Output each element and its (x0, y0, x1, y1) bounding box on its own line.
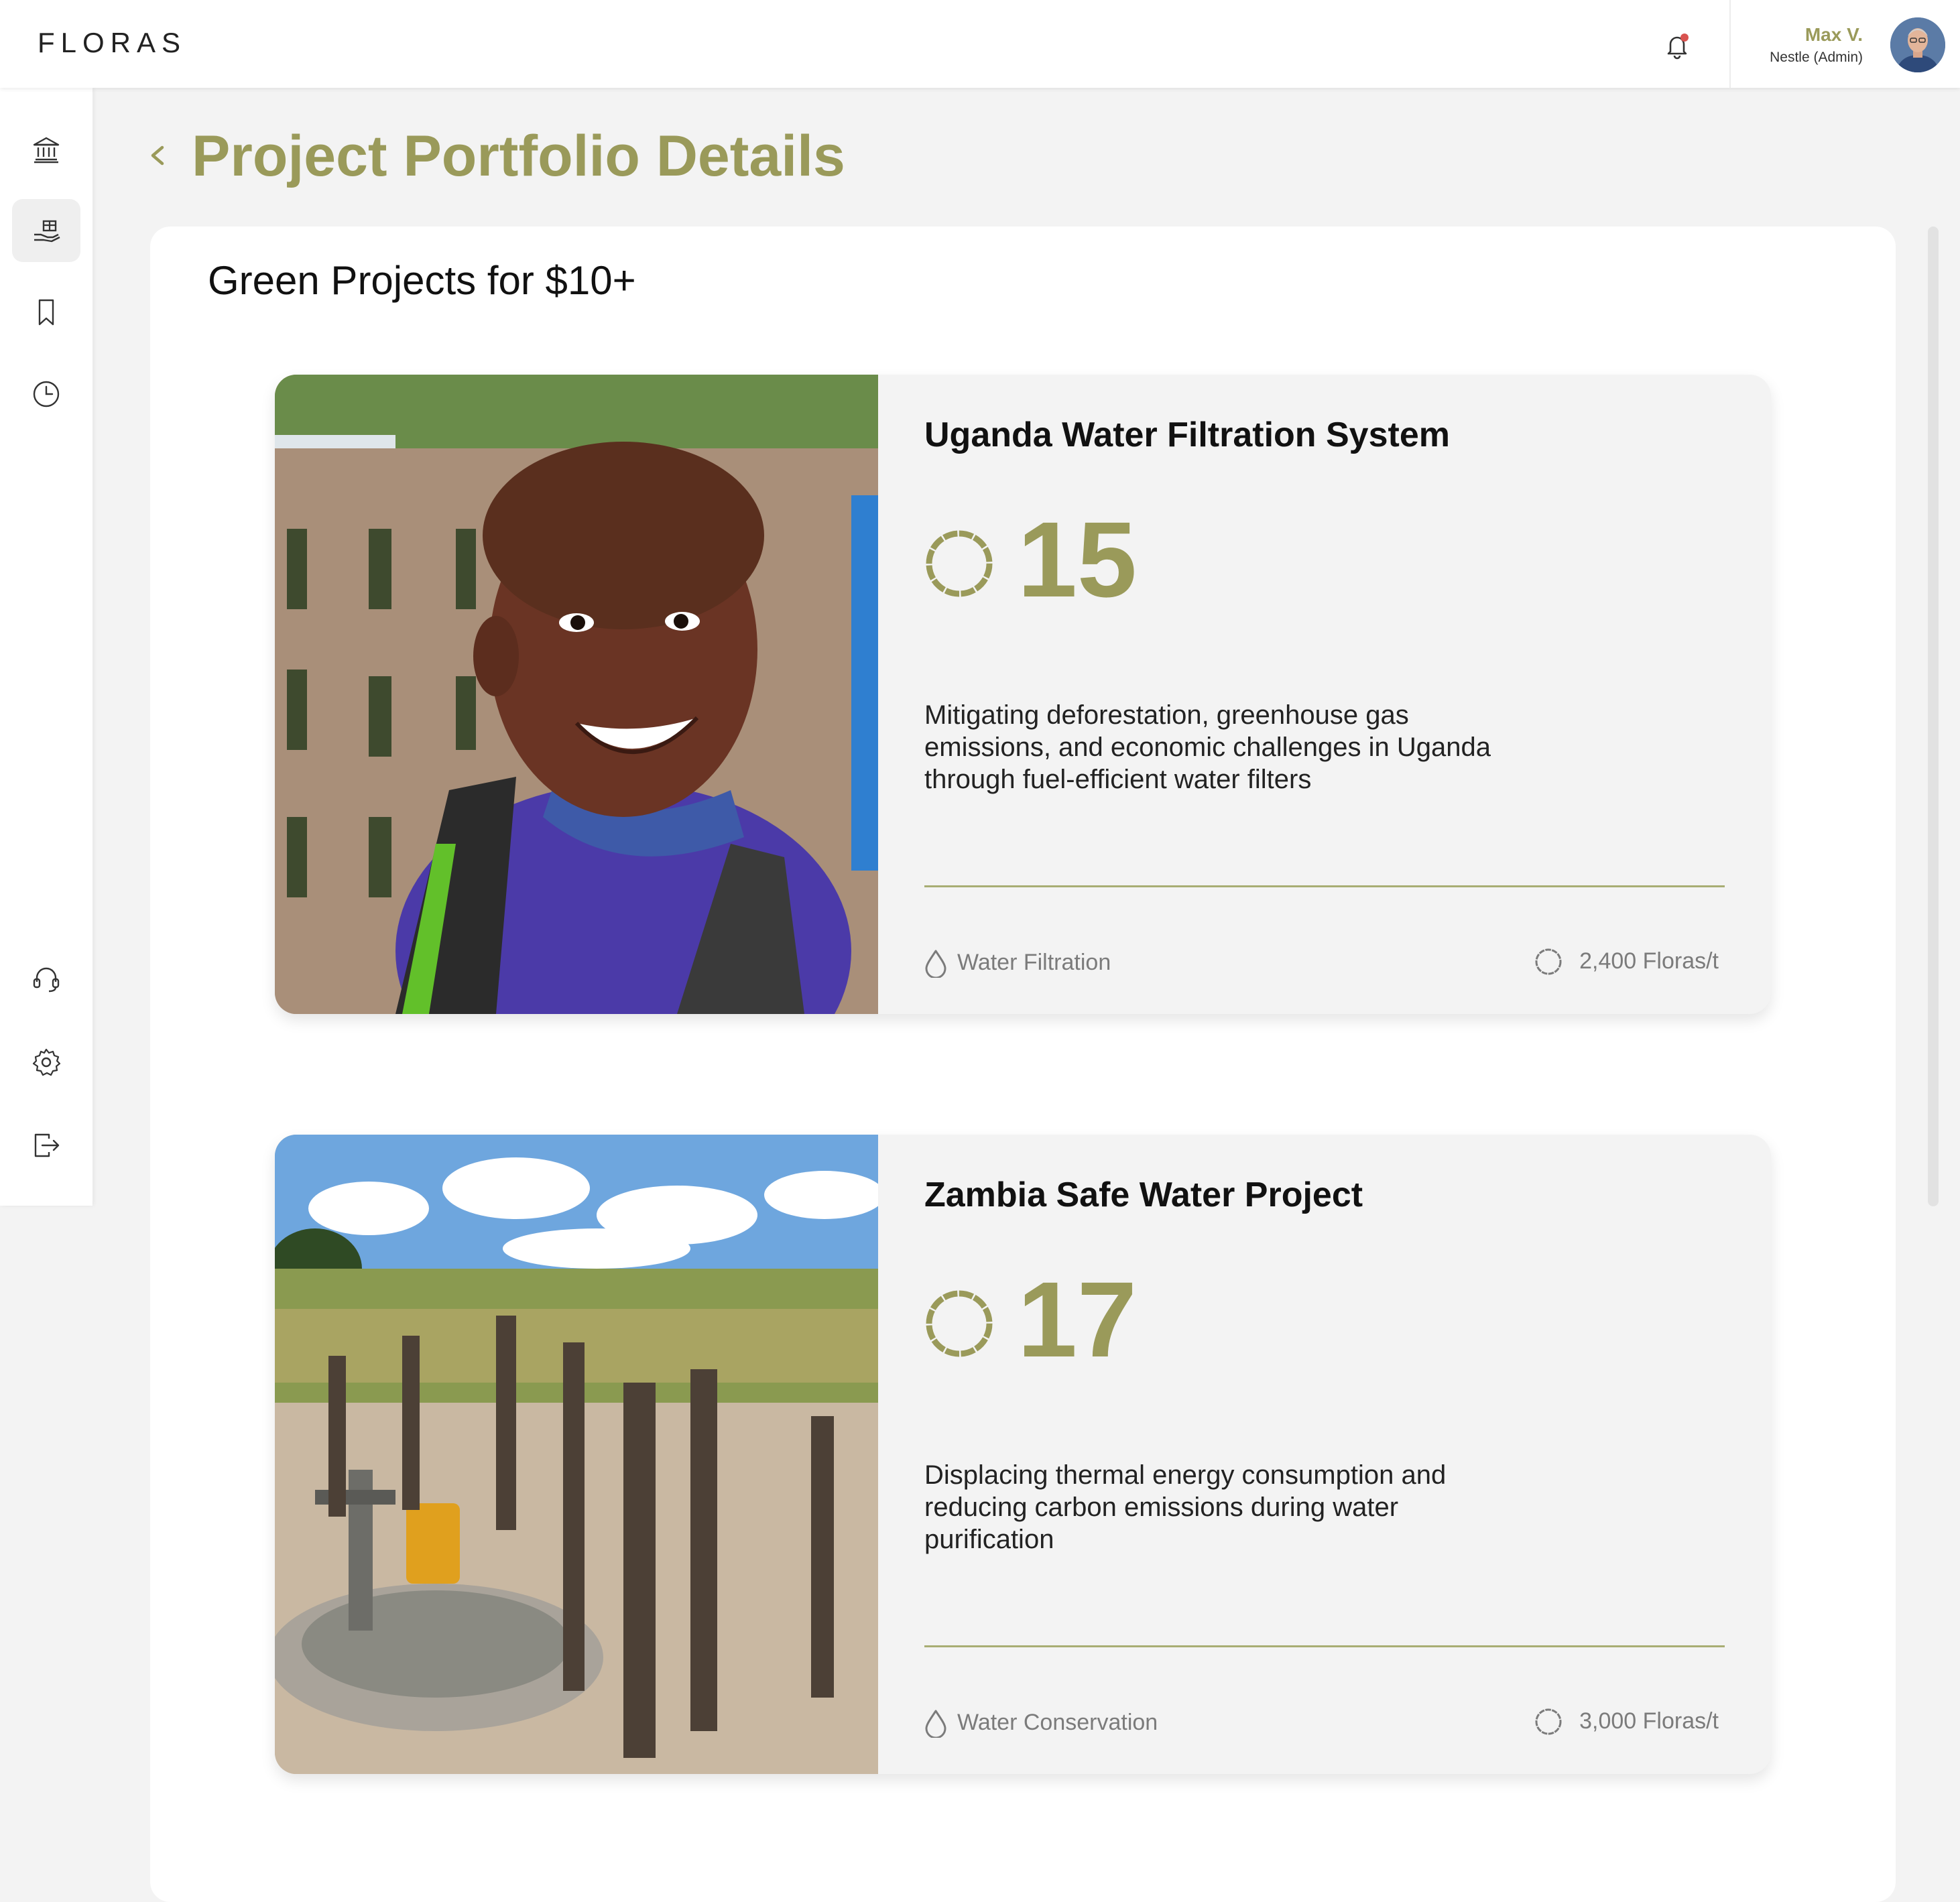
project-card[interactable]: Zambia Safe Water Project 17 Displacing … (275, 1135, 1771, 1774)
notification-dot (1680, 34, 1689, 42)
gear-icon (32, 1048, 61, 1076)
bell-icon[interactable] (1661, 29, 1693, 62)
headset-icon (33, 967, 60, 993)
project-category: Water Filtration (957, 950, 1111, 975)
user-name[interactable]: Max V. (1805, 24, 1863, 46)
project-score: 15 (1018, 499, 1137, 619)
project-description: Mitigating deforestation, greenhouse gas… (924, 700, 1491, 794)
project-price: 2,400 Floras/t (1579, 948, 1719, 974)
logout-icon (34, 1133, 60, 1157)
sidebar-item-settings[interactable] (12, 1031, 80, 1094)
sidebar (0, 88, 93, 1206)
project-title: Zambia Safe Water Project (924, 1176, 1363, 1214)
sidebar-item-bookmarks[interactable] (12, 281, 80, 344)
back-button[interactable] (143, 135, 170, 176)
section-title: Green Projects for $10+ (208, 258, 636, 303)
page-title: Project Portfolio Details (192, 124, 845, 188)
topbar-divider (1729, 0, 1731, 88)
sidebar-item-projects[interactable] (12, 199, 80, 262)
card-divider (924, 1645, 1725, 1647)
sidebar-item-logout[interactable] (12, 1114, 80, 1177)
score-ring-icon (926, 530, 993, 597)
project-score: 17 (1018, 1259, 1137, 1379)
water-drop-icon (925, 950, 946, 978)
floras-coin-icon (1535, 948, 1562, 975)
card-divider (924, 885, 1725, 887)
clock-icon (33, 381, 60, 407)
project-image (275, 1135, 878, 1774)
sidebar-item-support[interactable] (12, 948, 80, 1011)
score-ring-icon (926, 1290, 993, 1357)
project-image (275, 375, 878, 1014)
water-drop-icon (925, 1710, 946, 1738)
project-description: Displacing thermal energy consumption an… (924, 1460, 1447, 1554)
hand-gift-icon (34, 220, 60, 243)
floras-coin-icon (1535, 1708, 1562, 1735)
user-role: Nestle (Admin) (1770, 50, 1863, 65)
bank-icon (33, 137, 60, 164)
project-price: 3,000 Floras/t (1579, 1708, 1719, 1734)
avatar[interactable] (1890, 17, 1945, 72)
scrollbar[interactable] (1928, 227, 1939, 1206)
project-category: Water Conservation (957, 1710, 1158, 1735)
sidebar-item-bank[interactable] (12, 117, 80, 180)
top-bar: FLORAS Max V. Nestle (Admin) (0, 0, 1960, 88)
sidebar-item-history[interactable] (12, 363, 80, 426)
project-card[interactable]: Uganda Water Filtration System 15 Mitiga… (275, 375, 1771, 1014)
floras-logo[interactable]: FLORAS (38, 27, 186, 59)
project-title: Uganda Water Filtration System (924, 416, 1450, 454)
chevron-left-icon (151, 145, 164, 166)
bookmark-icon (38, 299, 54, 326)
